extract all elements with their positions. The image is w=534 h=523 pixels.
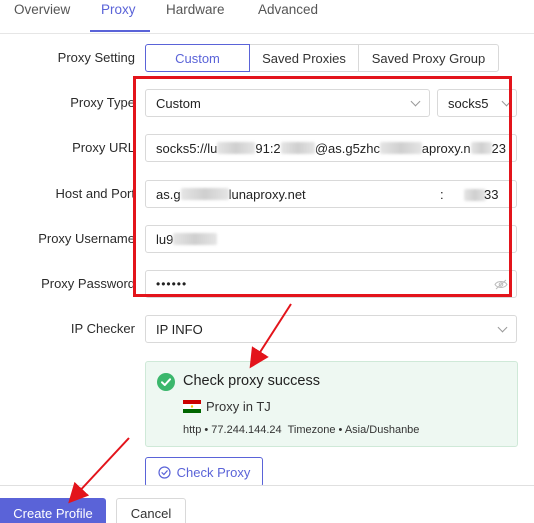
username-input[interactable]: lu9 [145,225,517,253]
active-tab-indicator [90,30,150,32]
host-port-input[interactable]: as.g lunaproxy.net : 33 [145,180,517,208]
tajikistan-flag-icon [183,400,201,413]
redacted-segment [464,189,486,201]
redacted-segment [217,142,256,154]
proxy-type-value: Custom [156,95,201,111]
cancel-button[interactable]: Cancel [116,498,186,523]
redacted-segment [280,142,315,154]
cancel-label: Cancel [130,505,172,521]
proxy-url-text: 91:2 [255,140,281,156]
check-proxy-button[interactable]: Check Proxy [145,457,263,487]
proxy-check-result: Check proxy success Proxy in TJ http • 7… [145,361,518,447]
username-text: lu9 [156,231,174,247]
host-text: lunaproxy.net [228,186,306,202]
proxy-url-text: aproxy.n [421,140,471,156]
proxy-url-input[interactable]: socks5://lu 91:2 @as.g5zhc aproxy.n 23 [145,134,517,162]
host-text: as.g [156,186,181,202]
tab-advanced[interactable]: Advanced [258,2,318,17]
chevron-down-icon [501,96,512,107]
ip-checker-label: IP Checker [70,321,135,336]
tab-hardware[interactable]: Hardware [166,2,225,17]
ip-checker-select[interactable]: IP INFO [145,315,517,343]
check-proxy-label: Check Proxy [176,464,251,480]
setting-saved-proxies-option[interactable]: Saved Proxies [249,44,359,72]
redacted-segment [173,233,218,245]
redacted-segment [380,142,422,154]
create-profile-button[interactable]: Create Profile [0,498,106,523]
proxy-url-text: 23 [491,140,506,156]
create-profile-label: Create Profile [13,505,93,521]
protocol-select[interactable]: socks5 [437,89,517,117]
ip-checker-value: IP INFO [156,321,203,337]
redacted-segment [470,142,492,154]
setting-saved-proxy-group-option[interactable]: Saved Proxy Group [358,44,499,72]
password-value: •••••• [156,277,188,291]
redacted-segment [180,188,229,200]
tab-proxy[interactable]: Proxy [101,2,136,17]
result-location: Proxy in TJ [206,399,271,414]
port-separator: : [440,186,444,202]
chevron-down-icon [497,322,508,333]
check-circle-outline-icon [158,465,171,479]
tab-overview[interactable]: Overview [14,2,70,17]
protocol-value: socks5 [448,95,489,111]
proxy-url-label: Proxy URL [72,140,135,155]
username-label: Proxy Username [38,231,135,246]
chevron-down-icon [410,96,421,107]
eye-off-icon[interactable] [494,279,508,290]
host-port-label: Host and Port [55,186,136,201]
proxy-type-label: Proxy Type [70,95,135,110]
proxy-url-text: socks5://lu [156,140,218,156]
port-text: 33 [484,186,499,202]
proxy-type-select[interactable]: Custom [145,89,430,117]
proxy-setting-label: Proxy Setting [57,50,135,65]
result-title: Check proxy success [183,373,320,389]
check-circle-icon [157,373,175,391]
proxy-url-text: @as.g5zhc [314,140,381,156]
setting-custom-option[interactable]: Custom [145,44,250,72]
tab-bar: Overview Proxy Hardware Advanced [0,0,534,34]
password-label: Proxy Password [41,276,135,291]
password-input[interactable]: •••••• [145,270,517,298]
result-details: http • 77.244.144.24 Timezone • Asia/Dus… [183,424,420,436]
